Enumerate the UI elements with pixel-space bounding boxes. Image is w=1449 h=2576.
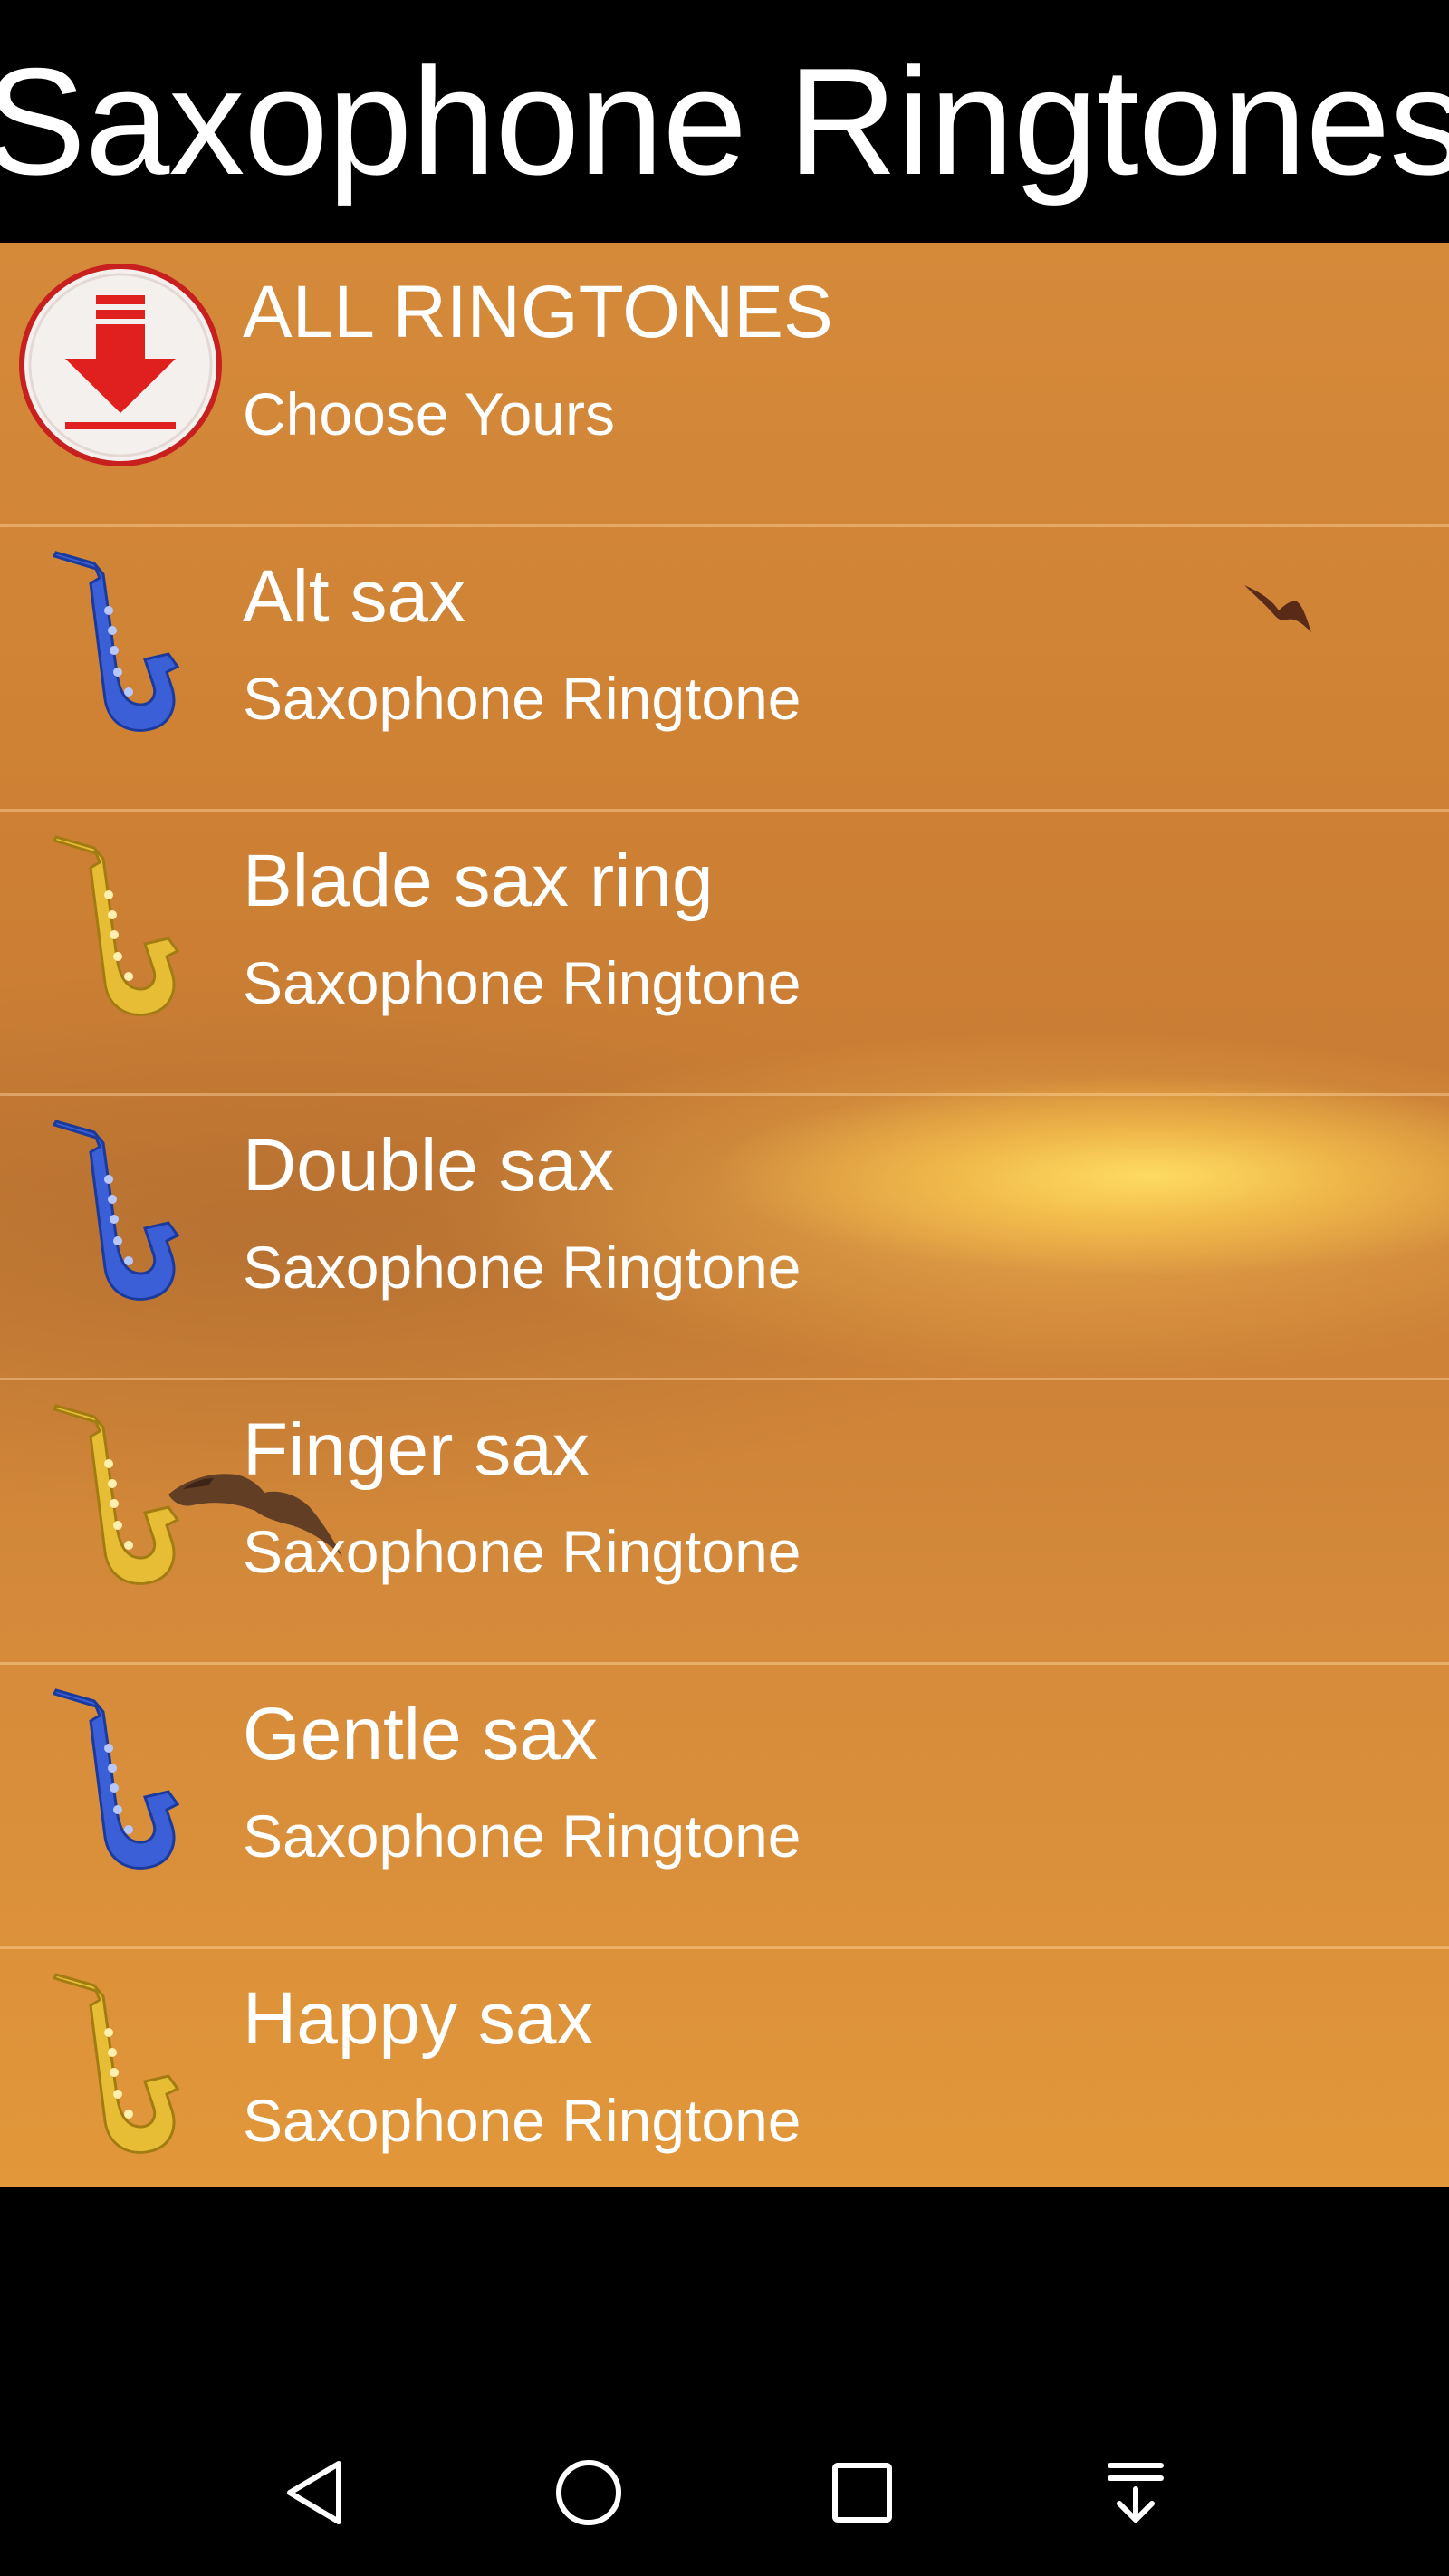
list-item-subtitle: Choose Yours	[243, 380, 615, 447]
list-item-title: Finger sax	[243, 1408, 590, 1491]
list-item-all-ringtones[interactable]: ALL RINGTONES Choose Yours	[0, 243, 1449, 527]
blue-saxophone-icon	[52, 1688, 180, 1870]
list-item-title: Gentle sax	[243, 1693, 598, 1775]
gold-saxophone-icon	[52, 835, 180, 1016]
gold-saxophone-icon	[52, 1404, 180, 1585]
download-icon	[19, 264, 222, 466]
home-icon	[556, 2460, 621, 2525]
list-item-blade-sax-ring[interactable]: Blade sax ring Saxophone Ringtone	[0, 812, 1449, 1096]
blue-saxophone-icon	[52, 1120, 180, 1301]
ringtone-list[interactable]: ALL RINGTONES Choose Yours Alt sax Saxop…	[0, 243, 1449, 2187]
recents-button[interactable]	[790, 2409, 935, 2576]
list-item-subtitle: Saxophone Ringtone	[243, 665, 801, 732]
list-item-subtitle: Saxophone Ringtone	[243, 949, 801, 1016]
back-button[interactable]	[243, 2409, 388, 2576]
list-item-title: Alt sax	[243, 555, 466, 638]
notification-pull-button[interactable]	[1063, 2409, 1208, 2576]
list-item-title: Double sax	[243, 1124, 615, 1206]
notification-pull-icon	[1108, 2463, 1164, 2523]
list-item-happy-sax[interactable]: Happy sax Saxophone Ringtone	[0, 1949, 1449, 2187]
gold-saxophone-icon	[52, 1973, 180, 2154]
list-item-subtitle: Saxophone Ringtone	[243, 1234, 801, 1301]
home-button[interactable]	[516, 2409, 661, 2576]
list-item-double-sax[interactable]: Double sax Saxophone Ringtone	[0, 1096, 1449, 1380]
list-item-title: Happy sax	[243, 1977, 594, 2060]
back-icon	[287, 2461, 341, 2524]
system-navigation-bar	[0, 2409, 1449, 2576]
app-title: Saxophone Ringtones	[0, 0, 1449, 243]
list-item-subtitle: Saxophone Ringtone	[243, 1518, 801, 1585]
list-item-subtitle: Saxophone Ringtone	[243, 1802, 801, 1870]
blue-saxophone-icon	[52, 551, 180, 732]
list-item-title: ALL RINGTONES	[243, 271, 833, 353]
recents-icon	[832, 2463, 892, 2523]
list-item-finger-sax[interactable]: Finger sax Saxophone Ringtone	[0, 1380, 1449, 1665]
list-item-subtitle: Saxophone Ringtone	[243, 2087, 801, 2154]
list-item-alt-sax[interactable]: Alt sax Saxophone Ringtone	[0, 527, 1449, 812]
list-item-gentle-sax[interactable]: Gentle sax Saxophone Ringtone	[0, 1665, 1449, 1949]
list-item-title: Blade sax ring	[243, 840, 714, 922]
